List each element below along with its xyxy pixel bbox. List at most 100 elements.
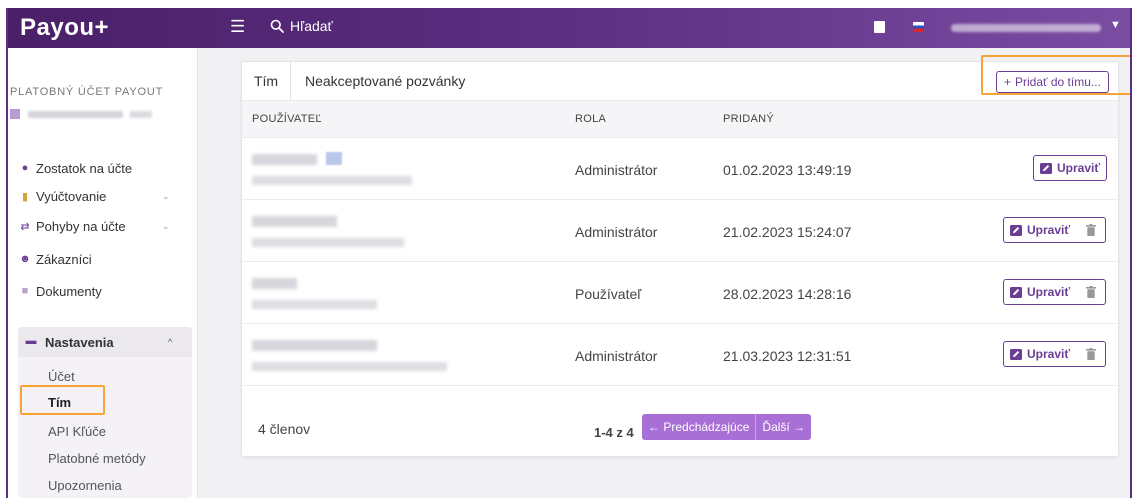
next-page-button[interactable]: Ďalší → [756, 414, 812, 440]
column-user: POUŽÍVATEĽ [252, 113, 322, 125]
sidebar: PLATOBNÝ ÚČET PAYOUT ● Zostatok na účte … [8, 48, 198, 498]
previous-page-button[interactable]: ← Predchádzajúce [642, 414, 757, 440]
user-email-redacted [252, 300, 377, 309]
sidebar-item-label: Zákazníci [36, 251, 92, 267]
sidebar-subitem-notifications[interactable]: Upozornenia [48, 478, 122, 493]
table-row: Administrátor 01.02.2023 13:49:19 Upravi… [242, 138, 1118, 200]
edit-label: Upraviť [1027, 223, 1071, 237]
tab-pending-invitations[interactable]: Neakceptované pozvánky [305, 62, 465, 100]
trash-icon [1085, 224, 1096, 236]
account-id-redacted [130, 111, 152, 118]
user-email-redacted [252, 238, 404, 247]
user-name-redacted [252, 154, 317, 165]
member-count: 4 členov [258, 421, 311, 437]
cell-role: Administrátor [575, 348, 658, 364]
invoice-icon: ▮ [21, 190, 29, 203]
add-to-team-button[interactable]: + Pridať do tímu... [996, 71, 1109, 93]
tab-bar: Tím Neakceptované pozvánky + Pridať do t… [242, 55, 1130, 100]
team-card: Tím Neakceptované pozvánky + Pridať do t… [241, 55, 1130, 457]
search-button[interactable]: Hľadať [270, 18, 333, 34]
column-role: ROLA [575, 113, 607, 125]
pagination-range: 1-4 z 4 [594, 425, 634, 440]
delete-button[interactable] [1076, 341, 1106, 367]
chevron-up-icon: ^ [168, 337, 173, 347]
pencil-icon [1040, 162, 1052, 174]
user-email-redacted[interactable] [951, 24, 1101, 32]
arrows-icon: ⇄ [20, 220, 30, 233]
highlight-team [20, 385, 105, 415]
trash-icon [1085, 348, 1096, 360]
edit-button[interactable]: Upraviť [1003, 341, 1078, 367]
trash-icon [1085, 286, 1096, 298]
chevron-down-icon: ⌄ [162, 220, 170, 231]
pencil-icon [1010, 286, 1022, 298]
search-label: Hľadať [290, 18, 333, 34]
user-email-redacted [252, 362, 447, 371]
user-name-redacted [252, 216, 337, 227]
arrow-right-icon: → [789, 420, 806, 434]
sidebar-item-label: Vyúčtovanie [36, 188, 107, 204]
cell-role: Administrátor [575, 224, 658, 240]
sidebar-item-label: Pohyby na účte [36, 218, 126, 234]
table-header: POUŽÍVATEĽ ROLA PRIDANÝ [242, 100, 1118, 138]
sidebar-subitem-payment-methods[interactable]: Platobné metódy [48, 451, 146, 466]
sidebar-item-label: Zostatok na účte [36, 160, 133, 176]
edit-label: Upraviť [1027, 347, 1071, 361]
plus-icon: + [1004, 75, 1012, 89]
previous-label: Predchádzajúce [663, 420, 750, 434]
pencil-icon [1010, 224, 1022, 236]
arrow-left-icon: ← [648, 420, 664, 434]
cell-role: Používateľ [575, 286, 642, 302]
payou-logo[interactable]: Payou+ [20, 14, 109, 42]
user-name-redacted [252, 340, 377, 351]
book-icon[interactable] [874, 21, 885, 33]
user-email-redacted [252, 176, 412, 185]
account-name-redacted [28, 111, 123, 118]
sidebar-item-documents[interactable]: ■ Dokumenty [8, 279, 198, 303]
edit-label: Upraviť [1027, 285, 1071, 299]
cell-added: 21.02.2023 15:24:07 [723, 224, 852, 240]
coins-icon: ● [21, 162, 29, 174]
edit-label: Upraviť [1057, 161, 1101, 175]
cell-added: 01.02.2023 13:49:19 [723, 162, 852, 178]
add-to-team-label: Pridať do tímu... [1015, 75, 1101, 89]
sidebar-item-customers[interactable]: ☻ Zákazníci [8, 247, 198, 271]
tab-team[interactable]: Tím [242, 62, 291, 100]
chevron-down-icon: ⌄ [162, 190, 170, 201]
edit-button[interactable]: Upraviť [1003, 279, 1078, 305]
delete-button[interactable] [1076, 279, 1106, 305]
app-window: Payou+ ☰ Hľadať ▼ PLATOBNÝ ÚČET PAYOUT ●… [6, 8, 1132, 498]
pagination: ← Predchádzajúce Ďalší → [642, 414, 812, 440]
briefcase-icon: ▬ [25, 335, 37, 347]
cell-added: 21.03.2023 12:31:51 [723, 348, 852, 364]
flag-sk-icon[interactable] [913, 22, 924, 32]
edit-button[interactable]: Upraviť [1033, 155, 1108, 181]
sidebar-item-billing[interactable]: ▮ Vyúčtovanie ⌄ [8, 184, 198, 208]
table-row: Používateľ 28.02.2023 14:28:16 Upraviť [242, 262, 1118, 324]
edit-button[interactable]: Upraviť [1003, 217, 1078, 243]
table-row: Administrátor 21.03.2023 12:31:51 Upravi… [242, 324, 1118, 386]
sidebar-item-balance[interactable]: ● Zostatok na účte [8, 156, 198, 180]
sidebar-item-transactions[interactable]: ⇄ Pohyby na účte ⌄ [8, 214, 198, 238]
sidebar-item-settings[interactable]: ▬ Nastavenia ^ [18, 327, 192, 357]
customer-icon: ☻ [19, 253, 31, 265]
cell-added: 28.02.2023 14:28:16 [723, 286, 852, 302]
delete-button[interactable] [1076, 217, 1106, 243]
sidebar-subitem-account[interactable]: Účet [48, 369, 75, 384]
sidebar-item-label: Nastavenia [45, 335, 114, 350]
account-avatar [10, 109, 20, 119]
top-bar: Payou+ ☰ Hľadať ▼ [8, 8, 1130, 48]
table-row: Administrátor 21.02.2023 15:24:07 Upravi… [242, 200, 1118, 262]
search-icon [270, 19, 284, 33]
column-added: PRIDANÝ [723, 113, 774, 125]
sidebar-item-label: Dokumenty [36, 283, 102, 299]
chevron-down-icon[interactable]: ▼ [1110, 19, 1121, 31]
pencil-icon [1010, 348, 1022, 360]
cell-role: Administrátor [575, 162, 658, 178]
sidebar-subitem-api-keys[interactable]: API Kľúče [48, 424, 106, 439]
next-label: Ďalší [762, 420, 790, 434]
folder-icon: ■ [21, 285, 29, 297]
menu-icon[interactable]: ☰ [230, 17, 245, 37]
user-name-redacted [252, 278, 297, 289]
user-badge-redacted [326, 152, 342, 165]
